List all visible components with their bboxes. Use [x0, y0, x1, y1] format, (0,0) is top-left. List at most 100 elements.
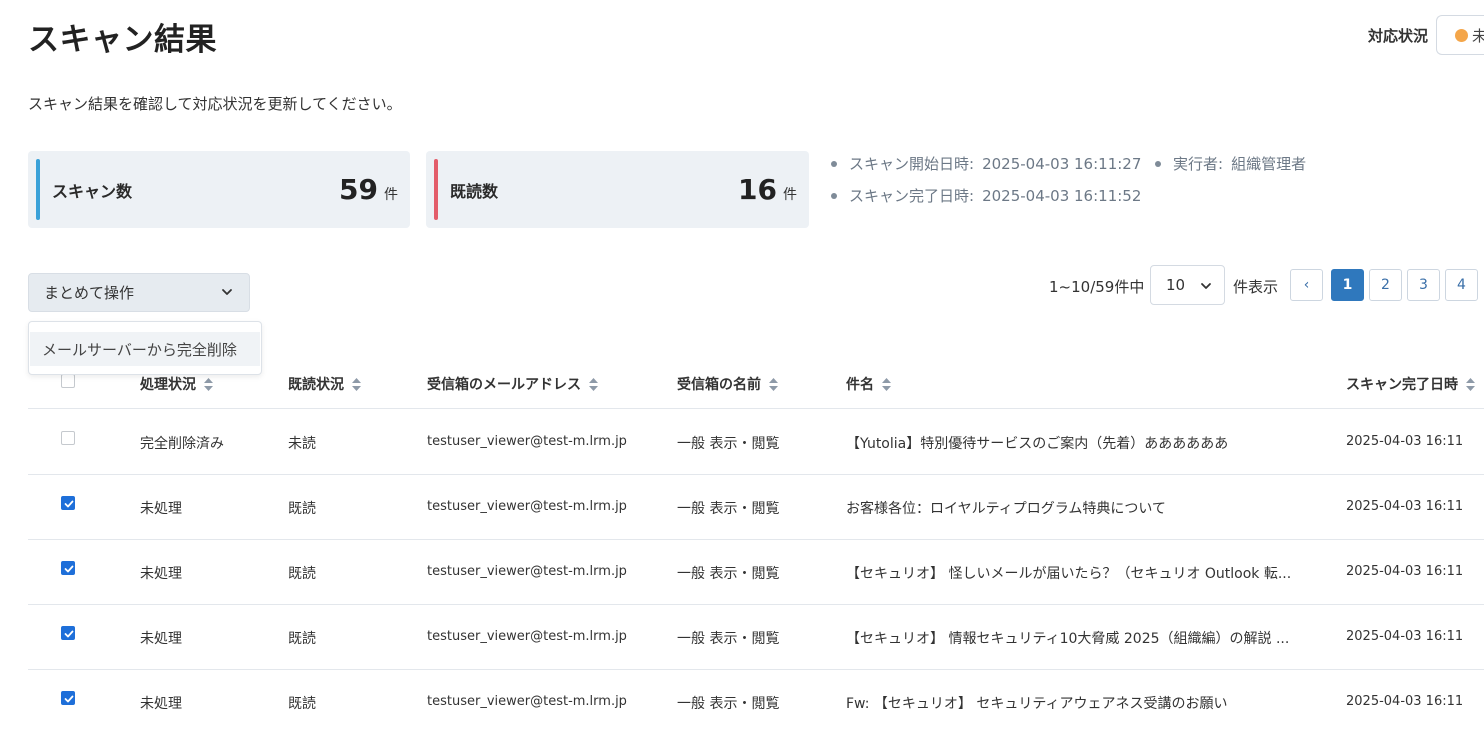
- status-filter: 対応状況 未: [1368, 15, 1484, 55]
- page-title: スキャン結果: [28, 22, 217, 58]
- row-inbox-name: 一般 表示・閲覧: [677, 501, 780, 517]
- row-scan-date: 2025-04-03 16:11: [1346, 564, 1464, 579]
- executor-value: 組織管理者: [1231, 155, 1307, 173]
- row-subject[interactable]: Fw: 【セキュリオ】 セキュリティアウェアネス受講のお願い: [846, 693, 1228, 713]
- menu-item-delete-from-server[interactable]: メールサーバーから完全削除: [30, 332, 260, 366]
- row-email: testuser_viewer@test-m.lrm.jp: [427, 434, 627, 449]
- executor-info: 実行者: 組織管理者: [1155, 153, 1306, 174]
- row-read-status: 未読: [288, 436, 316, 452]
- column-header-label: 件名: [846, 377, 874, 393]
- row-read-status: 既読: [288, 566, 316, 582]
- read-count-card: 既読数 16 件: [426, 151, 809, 228]
- scan-start-info: スキャン開始日時: 2025-04-03 16:11:27: [831, 153, 1141, 174]
- select-all-checkbox[interactable]: [61, 374, 75, 388]
- row-checkbox[interactable]: [61, 691, 75, 705]
- row-scan-date: 2025-04-03 16:11: [1346, 499, 1464, 514]
- row-divider: [28, 474, 1484, 475]
- column-header-subject[interactable]: 件名: [846, 374, 891, 394]
- sort-icon: [589, 377, 598, 391]
- column-header-scan-date[interactable]: スキャン完了日時: [1346, 374, 1475, 394]
- scan-start-value: 2025-04-03 16:11:27: [982, 154, 1142, 173]
- read-count-accent-bar: [434, 159, 438, 220]
- sort-icon: [204, 377, 213, 391]
- row-inbox-name: 一般 表示・閲覧: [677, 566, 780, 582]
- chevron-down-icon: [222, 289, 232, 295]
- row-subject[interactable]: 【Yutolia】特別優待サービスのご案内（先着）ああああああ: [846, 433, 1228, 453]
- row-checkbox[interactable]: [61, 496, 75, 510]
- row-divider: [28, 604, 1484, 605]
- column-header-label: 受信箱のメールアドレス: [427, 377, 581, 393]
- page-subtitle: スキャン結果を確認して対応状況を更新してください。: [28, 95, 402, 113]
- bulk-action-menu: メールサーバーから完全削除: [28, 321, 262, 375]
- row-scan-date: 2025-04-03 16:11: [1346, 434, 1464, 449]
- prev-page-button[interactable]: ‹: [1290, 269, 1323, 301]
- status-select[interactable]: 未: [1436, 15, 1484, 55]
- read-count-value: 16: [738, 173, 777, 206]
- per-page-select[interactable]: 10: [1150, 265, 1225, 305]
- row-divider: [28, 539, 1484, 540]
- status-dot-icon: [1455, 28, 1468, 42]
- column-header-inbox-name[interactable]: 受信箱の名前: [677, 374, 778, 394]
- row-read-status: 既読: [288, 631, 316, 647]
- row-status: 未処理: [140, 631, 182, 647]
- row-email: testuser_viewer@test-m.lrm.jp: [427, 564, 627, 579]
- row-status: 未処理: [140, 566, 182, 582]
- row-inbox-name: 一般 表示・閲覧: [677, 436, 780, 452]
- row-checkbox[interactable]: [61, 626, 75, 640]
- row-inbox-name: 一般 表示・閲覧: [677, 696, 780, 712]
- read-count-label: 既読数: [450, 181, 499, 201]
- scan-count-label: スキャン数: [52, 181, 133, 201]
- sort-icon: [352, 377, 361, 391]
- row-subject[interactable]: 【セキュリオ】 情報セキュリティ10大脅威 2025（組織編）の解説 ...: [846, 628, 1289, 648]
- row-subject[interactable]: 【セキュリオ】 怪しいメールが届いたら？（セキュリオ Outlook 転...: [846, 563, 1291, 583]
- row-email: testuser_viewer@test-m.lrm.jp: [427, 629, 627, 644]
- row-scan-date: 2025-04-03 16:11: [1346, 694, 1464, 709]
- row-email: testuser_viewer@test-m.lrm.jp: [427, 499, 627, 514]
- scan-end-label: スキャン完了日時:: [849, 187, 975, 205]
- row-status: 未処理: [140, 696, 182, 712]
- scan-count-value: 59: [339, 173, 378, 206]
- column-header-status[interactable]: 処理状況: [140, 374, 213, 394]
- scan-start-label: スキャン開始日時:: [849, 155, 975, 173]
- row-read-status: 既読: [288, 696, 316, 712]
- row-email: testuser_viewer@test-m.lrm.jp: [427, 694, 627, 709]
- scan-count-unit: 件: [384, 187, 398, 203]
- page-button-2[interactable]: 2: [1369, 269, 1402, 301]
- scan-end-value: 2025-04-03 16:11:52: [982, 186, 1142, 205]
- executor-label: 実行者:: [1173, 155, 1224, 173]
- row-checkbox[interactable]: [61, 561, 75, 575]
- column-header-read[interactable]: 既読状況: [288, 374, 361, 394]
- row-checkbox[interactable]: [61, 431, 75, 445]
- checkmark-icon: [64, 630, 74, 638]
- row-subject[interactable]: お客様各位：ロイヤルティプログラム特典について: [846, 498, 1166, 518]
- column-header-email[interactable]: 受信箱のメールアドレス: [427, 374, 598, 394]
- status-select-value: 未: [1472, 25, 1484, 46]
- sort-icon: [1466, 377, 1475, 391]
- scan-count-card: スキャン数 59 件: [28, 151, 410, 228]
- column-header-label: 既読状況: [288, 377, 344, 393]
- row-status: 完全削除済み: [140, 436, 224, 452]
- per-page-label: 件表示: [1233, 278, 1279, 296]
- row-status: 未処理: [140, 501, 182, 517]
- bulk-action-button[interactable]: まとめて操作: [28, 273, 250, 312]
- row-read-status: 既読: [288, 501, 316, 517]
- scan-count-value-group: 59 件: [339, 173, 398, 206]
- sort-icon: [882, 377, 891, 391]
- bullet-icon: [1155, 160, 1161, 167]
- row-divider: [28, 669, 1484, 670]
- row-inbox-name: 一般 表示・閲覧: [677, 631, 780, 647]
- checkmark-icon: [64, 500, 74, 508]
- checkmark-icon: [64, 695, 74, 703]
- read-count-value-group: 16 件: [738, 173, 797, 206]
- pagination-info: 1~10/59件中: [1049, 278, 1145, 296]
- column-header-label: 受信箱の名前: [677, 377, 761, 393]
- column-header-label: 処理状況: [140, 377, 196, 393]
- per-page-value: 10: [1166, 276, 1186, 294]
- scan-end-info: スキャン完了日時: 2025-04-03 16:11:52: [831, 185, 1141, 206]
- page-button-3[interactable]: 3: [1407, 269, 1440, 301]
- bullet-icon: [831, 160, 837, 167]
- scan-count-accent-bar: [36, 159, 40, 220]
- page-button-1[interactable]: 1: [1331, 269, 1364, 301]
- page-button-4[interactable]: 4: [1445, 269, 1478, 301]
- chevron-down-icon: [1201, 283, 1211, 289]
